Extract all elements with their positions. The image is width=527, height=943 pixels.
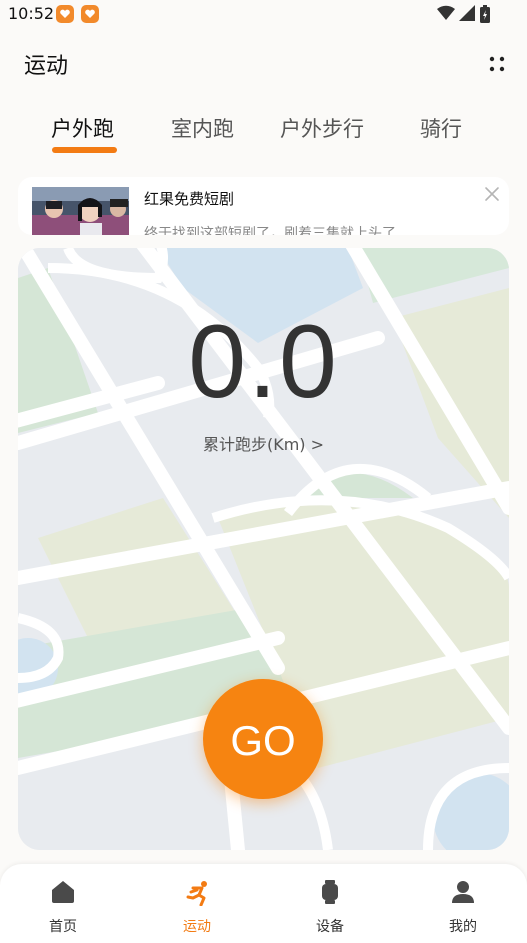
go-label: GO (230, 717, 296, 764)
cellular-signal-icon (459, 5, 475, 21)
status-time: 10:52 (8, 4, 55, 23)
tab-active-indicator (52, 147, 117, 153)
nav-item-sport[interactable]: 运动 (157, 880, 237, 940)
bottom-navigation: 首页 运动 设备 我的 (0, 864, 527, 943)
total-distance-link[interactable]: 累计跑步(Km) > (0, 431, 527, 455)
app-notification-icon (56, 5, 74, 23)
dots-grid-icon (489, 56, 505, 72)
app-notification-icon (81, 5, 99, 23)
start-run-button[interactable]: GO (203, 679, 323, 799)
nav-item-me[interactable]: 我的 (423, 880, 503, 940)
close-icon (485, 187, 499, 201)
more-options-button[interactable] (485, 52, 509, 76)
ad-banner[interactable]: 红果免费短剧 终于找到这部短剧了，刷着三集就上头了 (18, 177, 509, 235)
page-title: 运动 (24, 54, 69, 79)
tab-outdoor-walk[interactable]: 户外步行 (280, 113, 364, 143)
total-distance-value: 0.0 (188, 304, 339, 420)
home-icon (52, 881, 74, 903)
nav-label: 设备 (316, 919, 344, 935)
tab-indoor-run[interactable]: 室内跑 (171, 113, 234, 143)
system-status-icons (437, 5, 497, 23)
ad-subtitle: 终于找到这部短剧了，刷着三集就上头了 (144, 226, 396, 235)
nav-label: 我的 (449, 919, 477, 935)
ad-title: 红果免费短剧 (144, 190, 235, 208)
nav-item-home[interactable]: 首页 (23, 880, 103, 940)
nav-label: 运动 (183, 919, 211, 935)
nav-item-device[interactable]: 设备 (290, 880, 370, 940)
ad-close-button[interactable] (483, 185, 501, 203)
user-icon (452, 881, 474, 903)
watch-icon (322, 880, 338, 904)
wifi-icon (437, 5, 455, 21)
ad-thumbnail (32, 187, 129, 235)
tab-cycling[interactable]: 骑行 (420, 113, 462, 143)
status-bar: 10:52 (0, 0, 527, 28)
tab-outdoor-run[interactable]: 户外跑 (51, 113, 114, 143)
running-icon (186, 881, 207, 906)
nav-label: 首页 (49, 919, 77, 935)
battery-icon (480, 5, 490, 23)
